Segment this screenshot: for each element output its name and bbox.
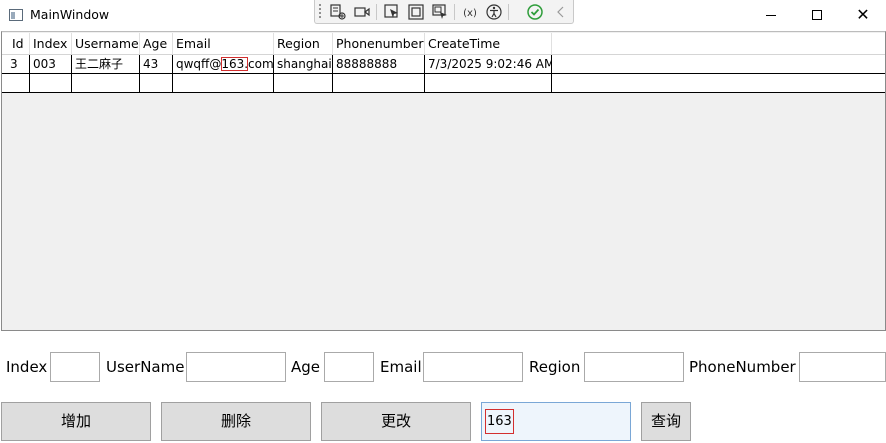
cell-empty[interactable] xyxy=(140,74,173,92)
app-icon xyxy=(9,9,23,21)
phonenumber-input[interactable] xyxy=(799,352,886,382)
column-header-phonenumber[interactable]: Phonenumber xyxy=(333,33,425,54)
column-header-email[interactable]: Email xyxy=(173,33,274,54)
cell-age[interactable]: 43 xyxy=(140,55,173,73)
cell-empty[interactable] xyxy=(72,74,140,92)
cell-region[interactable]: shanghai xyxy=(274,55,333,73)
display-layout-adorners-icon[interactable] xyxy=(407,3,425,21)
minimize-button[interactable] xyxy=(748,0,794,30)
column-header-age[interactable]: Age xyxy=(140,33,173,54)
column-header-region[interactable]: Region xyxy=(274,33,333,54)
minimize-icon xyxy=(766,14,776,16)
cell-empty[interactable] xyxy=(333,74,425,92)
record-icon[interactable] xyxy=(353,3,371,21)
email-label: Email xyxy=(380,358,422,376)
separator xyxy=(508,4,509,20)
username-label: UserName xyxy=(106,358,185,376)
separator xyxy=(376,4,377,20)
cell-empty[interactable] xyxy=(173,74,274,92)
index-input[interactable] xyxy=(50,352,100,382)
phonenumber-label: PhoneNumber xyxy=(689,358,796,376)
cell-id[interactable]: 3 xyxy=(2,55,30,73)
age-label: Age xyxy=(291,358,321,376)
cell-email[interactable]: qwqff@163.com xyxy=(173,55,274,73)
cell-empty[interactable] xyxy=(274,74,333,92)
add-button[interactable]: 增加 xyxy=(1,402,151,441)
query-button[interactable]: 查询 xyxy=(641,402,691,441)
collapse-icon[interactable] xyxy=(552,3,570,21)
delete-button[interactable]: 删除 xyxy=(161,402,311,441)
index-label: Index xyxy=(6,358,48,376)
grid-header-row: Id Index Username Age Email Region Phone… xyxy=(2,33,885,55)
cell-phonenumber[interactable]: 88888888 xyxy=(333,55,425,73)
column-header-id[interactable]: Id xyxy=(2,33,30,54)
select-element-icon[interactable] xyxy=(383,3,401,21)
query-input-value: 163 xyxy=(485,409,514,434)
binding-failures-icon[interactable]: (x) xyxy=(461,3,479,21)
column-header-username[interactable]: Username xyxy=(72,33,140,54)
column-header-createtime[interactable]: CreateTime xyxy=(425,33,552,54)
new-item-row[interactable] xyxy=(2,74,885,93)
checkmark-icon[interactable] xyxy=(526,3,544,21)
close-button[interactable]: ✕ xyxy=(840,0,886,30)
debug-toolbar: (x) xyxy=(314,0,574,24)
cell-empty[interactable] xyxy=(30,74,72,92)
accessibility-icon[interactable] xyxy=(485,3,503,21)
track-focus-icon[interactable] xyxy=(431,3,449,21)
email-suffix: com xyxy=(248,57,274,71)
drag-grip-icon[interactable] xyxy=(318,3,322,20)
search-match-highlight: 163. xyxy=(221,57,249,71)
column-header-index[interactable]: Index xyxy=(30,33,72,54)
window-title: MainWindow xyxy=(30,7,110,22)
cell-empty[interactable] xyxy=(2,74,30,92)
live-visual-tree-icon[interactable] xyxy=(329,3,347,21)
separator xyxy=(454,4,455,20)
cell-empty[interactable] xyxy=(425,74,552,92)
age-input[interactable] xyxy=(324,352,374,382)
query-input[interactable]: 163 xyxy=(481,402,631,441)
update-button[interactable]: 更改 xyxy=(321,402,471,441)
data-grid[interactable]: Id Index Username Age Email Region Phone… xyxy=(1,31,886,331)
svg-text:(x): (x) xyxy=(463,8,477,19)
close-icon: ✕ xyxy=(856,5,870,24)
region-input[interactable] xyxy=(584,352,684,382)
username-input[interactable] xyxy=(186,352,286,382)
region-label: Region xyxy=(529,358,581,376)
cell-index[interactable]: 003 xyxy=(30,55,72,73)
cell-username[interactable]: 王二麻子 xyxy=(72,55,140,73)
table-row[interactable]: 3 003 王二麻子 43 qwqff@163.com shanghai 888… xyxy=(2,55,885,74)
maximize-button[interactable] xyxy=(794,0,840,30)
email-input[interactable] xyxy=(423,352,523,382)
cell-createtime[interactable]: 7/3/2025 9:02:46 AM xyxy=(425,55,552,73)
maximize-icon xyxy=(812,10,822,20)
email-prefix: qwqff@ xyxy=(176,57,222,71)
